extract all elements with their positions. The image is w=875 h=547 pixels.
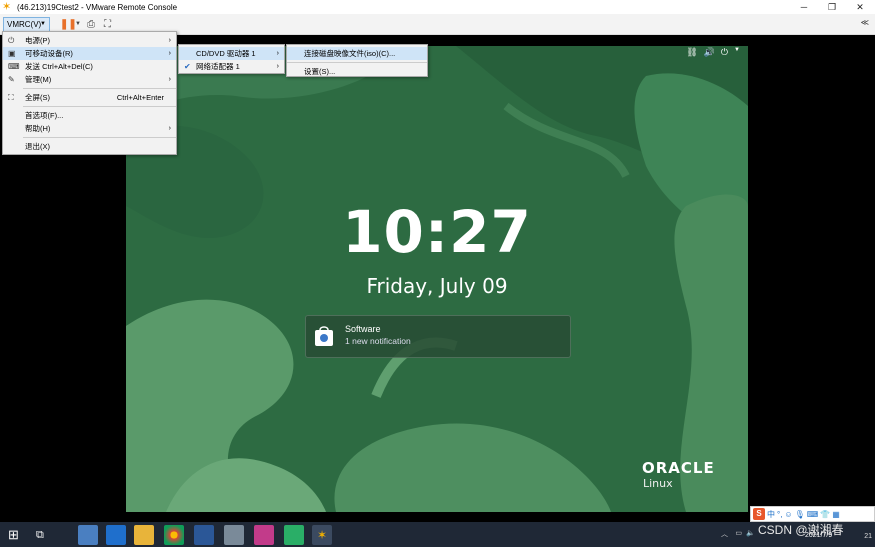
ime-language[interactable]: 中: [767, 509, 775, 520]
menu-item-preferences[interactable]: 首选项(F)...: [3, 109, 176, 122]
menu-item-label: 退出(X): [25, 142, 50, 151]
power-icon: ⏻: [8, 36, 15, 45]
menu-separator: [23, 106, 176, 107]
menu-item-send-cad[interactable]: ⌨ 发送 Ctrl+Alt+Del(C): [3, 60, 176, 73]
fullscreen-icon[interactable]: ⛶: [104, 17, 111, 32]
keyboard-icon: ⌨: [8, 62, 20, 71]
menu-item-label: 电源(P): [25, 36, 50, 45]
task-view-icon[interactable]: ⧉: [36, 525, 56, 545]
network-icon[interactable]: ⛓: [686, 47, 697, 58]
volume-icon[interactable]: 🔊: [704, 47, 715, 58]
menu-item-label: 可移动设备(R): [25, 49, 73, 58]
menu-separator: [23, 88, 176, 89]
notification-card[interactable]: Software 1 new notification: [305, 315, 571, 358]
chevron-right-icon: ›: [168, 37, 171, 44]
menu-item-fullscreen[interactable]: ⛶ 全屏(S) Ctrl+Alt+Enter: [3, 91, 176, 104]
menu-item-shortcut: Ctrl+Alt+Enter: [116, 93, 164, 102]
menu-item-cd-dvd-drive[interactable]: CD/DVD 驱动器 1 ›: [179, 47, 284, 60]
skin-icon[interactable]: 👕: [820, 510, 830, 519]
notification-title: Software: [345, 324, 381, 334]
software-bag-icon: [315, 326, 333, 346]
remote-desktop-icon[interactable]: [224, 525, 244, 545]
vmrc-menu-button[interactable]: VMRC(V) ▼: [3, 17, 50, 32]
volume-icon[interactable]: 🔈: [746, 529, 755, 537]
minimize-button[interactable]: ─: [790, 0, 818, 14]
menu-item-label: 管理(M): [25, 75, 52, 84]
chrome-icon[interactable]: [164, 525, 184, 545]
vmrc-menu-label: VMRC(V): [7, 20, 42, 29]
ime-toolbar: S 中 °, ☺ 🎙 ⌨ 👕 ▦: [750, 506, 875, 522]
collapse-toolbar-icon[interactable]: ≪: [861, 18, 869, 27]
menu-item-cd-settings[interactable]: 设置(S)...: [287, 65, 427, 78]
emoji-icon[interactable]: ☺: [784, 510, 792, 519]
desktop-icon[interactable]: ▭: [735, 529, 742, 537]
calculator-icon[interactable]: [78, 525, 98, 545]
chevron-right-icon: ›: [168, 125, 171, 132]
menu-item-removable-devices[interactable]: ▣ 可移动设备(R) ›: [3, 47, 176, 60]
system-tray: ⛓ 🔊 ⏻ ▼: [686, 47, 740, 58]
microphone-icon[interactable]: 🎙: [795, 510, 805, 519]
chevron-down-icon[interactable]: ▼: [734, 47, 740, 58]
menu-item-label: 网络适配器 1: [196, 62, 240, 71]
lock-date: Friday, July 09: [366, 274, 508, 298]
menu-item-label: 发送 Ctrl+Alt+Del(C): [25, 62, 93, 71]
vmrc-app-icon: ✶: [2, 1, 12, 13]
vmrc-taskbar-icon[interactable]: ✶: [312, 525, 332, 545]
vmrc-dropdown-menu: ⏻ 电源(P) › ▣ 可移动设备(R) › ⌨ 发送 Ctrl+Alt+Del…: [2, 31, 177, 155]
chevron-right-icon: ›: [168, 76, 171, 83]
check-icon: ✔: [184, 62, 191, 71]
notification-badge[interactable]: 21: [864, 533, 872, 540]
removable-devices-submenu: CD/DVD 驱动器 1 › ✔ 网络适配器 1 ›: [178, 44, 285, 74]
restore-button[interactable]: ❐: [818, 0, 846, 14]
menu-item-help[interactable]: 帮助(H) ›: [3, 122, 176, 135]
notification-body: 1 new notification: [345, 336, 411, 346]
word-icon[interactable]: [194, 525, 214, 545]
windows-start-icon[interactable]: ⊞: [8, 525, 28, 545]
menu-separator: [23, 137, 176, 138]
menu-item-connect-iso[interactable]: 连接磁盘映像文件(iso)(C)...: [287, 47, 427, 60]
menu-item-label: 首选项(F)...: [25, 111, 64, 120]
menu-item-label: 设置(S)...: [304, 67, 336, 76]
linux-label: Linux: [643, 477, 673, 490]
menu-item-label: 全屏(S): [25, 93, 50, 102]
menu-item-power[interactable]: ⏻ 电源(P) ›: [3, 34, 176, 47]
guest-lock-screen[interactable]: ⛓ 🔊 ⏻ ▼ 10:27 Friday, July 09 Software 1…: [126, 46, 748, 512]
menu-item-label: 帮助(H): [25, 124, 51, 133]
cd-dvd-submenu: 连接磁盘映像文件(iso)(C)... 设置(S)...: [286, 44, 428, 77]
send-keys-icon[interactable]: ⎙: [87, 17, 95, 32]
windows-taskbar: ⊞ ⧉ ✶ ︿ ▭ 🔈 21: [0, 522, 875, 547]
sogou-icon[interactable]: S: [753, 508, 765, 520]
menu-item-network-adapter[interactable]: ✔ 网络适配器 1 ›: [179, 60, 284, 73]
fullscreen-icon: ⛶: [8, 93, 14, 102]
wechat-icon[interactable]: [284, 525, 304, 545]
chevron-right-icon: ›: [276, 63, 279, 70]
punctuation-icon[interactable]: °,: [777, 510, 782, 519]
chevron-down-icon: ▼: [40, 21, 46, 27]
chevron-right-icon: ›: [276, 50, 279, 57]
file-explorer-icon[interactable]: [134, 525, 154, 545]
outlook-icon[interactable]: [106, 525, 126, 545]
wrench-icon: ✎: [8, 75, 15, 84]
chevron-up-icon[interactable]: ︿: [721, 529, 728, 539]
menu-item-exit[interactable]: 退出(X): [3, 140, 176, 153]
close-button[interactable]: ✕: [846, 0, 874, 14]
window-title: (46.213)19Ctest2 - VMware Remote Console: [17, 2, 178, 12]
watermark: CSDN @谢湘春: [758, 523, 844, 537]
menu-separator: [287, 62, 427, 63]
grid-icon[interactable]: ▦: [832, 510, 840, 519]
oracle-logo: ORACLE: [642, 459, 715, 477]
menu-item-label: 连接磁盘映像文件(iso)(C)...: [304, 49, 396, 58]
title-bar: ✶ (46.213)19Ctest2 - VMware Remote Conso…: [0, 0, 875, 14]
pause-dropdown-icon[interactable]: ▼: [75, 17, 81, 32]
device-icon: ▣: [8, 49, 16, 58]
menu-item-manage[interactable]: ✎ 管理(M) ›: [3, 73, 176, 86]
chevron-right-icon: ›: [168, 50, 171, 57]
app-icon[interactable]: [254, 525, 274, 545]
keyboard-icon[interactable]: ⌨: [807, 510, 819, 519]
lock-clock: 10:27: [342, 198, 532, 266]
menu-item-label: CD/DVD 驱动器 1: [196, 49, 256, 58]
power-icon[interactable]: ⏻: [721, 47, 728, 58]
